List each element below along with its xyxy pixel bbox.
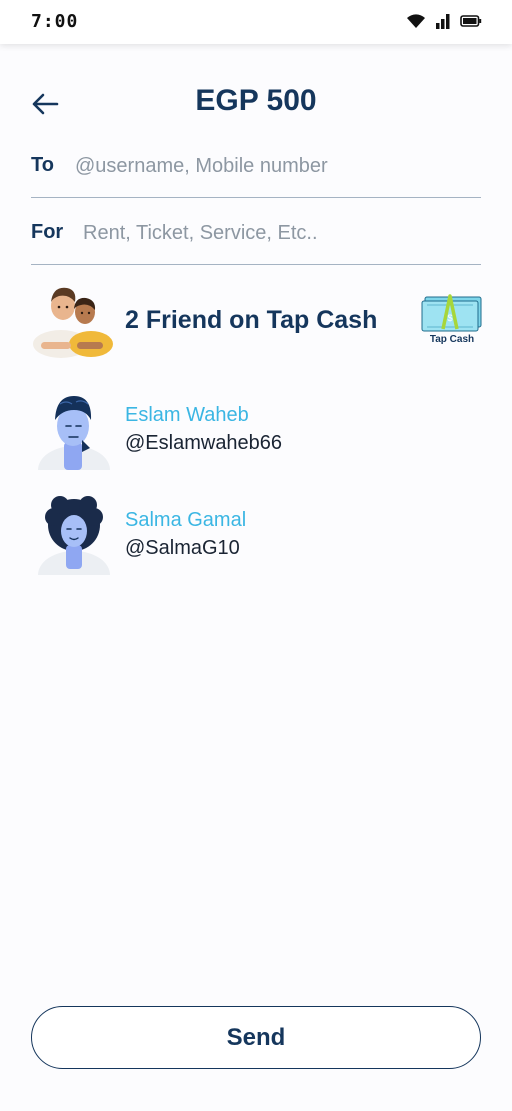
battery-icon <box>460 15 482 27</box>
signal-icon <box>435 13 451 29</box>
avatar <box>38 396 110 470</box>
for-field: For <box>31 215 481 265</box>
to-field: To <box>31 148 481 198</box>
friends-count-text: 2 Friend on Tap Cash <box>125 306 378 334</box>
purpose-input[interactable] <box>83 217 463 249</box>
friends-summary: 2 Friend on Tap Cash $ Tap Cash <box>31 282 483 360</box>
contact-name: Eslam Waheb <box>125 404 249 426</box>
recipient-input[interactable] <box>75 150 455 182</box>
contact-item[interactable]: Salma Gamal @SalmaG10 <box>38 495 478 577</box>
contact-item[interactable]: Eslam Waheb @Eslamwaheb66 <box>38 390 478 472</box>
status-bar: 7:00 <box>0 0 512 44</box>
for-label: For <box>31 221 64 243</box>
amount-title: EGP 500 <box>195 84 317 117</box>
contact-name: Salma Gamal <box>125 509 247 531</box>
send-money-screen: 7:00 EGP 500 To @username, Mobile number… <box>0 0 512 1111</box>
money-bills-icon: $ <box>421 294 482 332</box>
send-button[interactable]: Send <box>31 1006 481 1069</box>
tap-cash-logo: $ Tap Cash <box>421 292 483 348</box>
contact-handle: @SalmaG10 <box>125 537 240 559</box>
wifi-icon <box>406 13 426 29</box>
to-label: To <box>31 154 54 176</box>
contact-handle: @Eslamwaheb66 <box>125 432 283 454</box>
friends-illustration <box>33 287 113 358</box>
status-icons <box>406 13 482 29</box>
tap-cash-label: Tap Cash <box>429 334 475 345</box>
svg-text:$: $ <box>447 313 452 323</box>
status-time: 7:00 <box>31 11 79 32</box>
avatar <box>38 496 110 575</box>
